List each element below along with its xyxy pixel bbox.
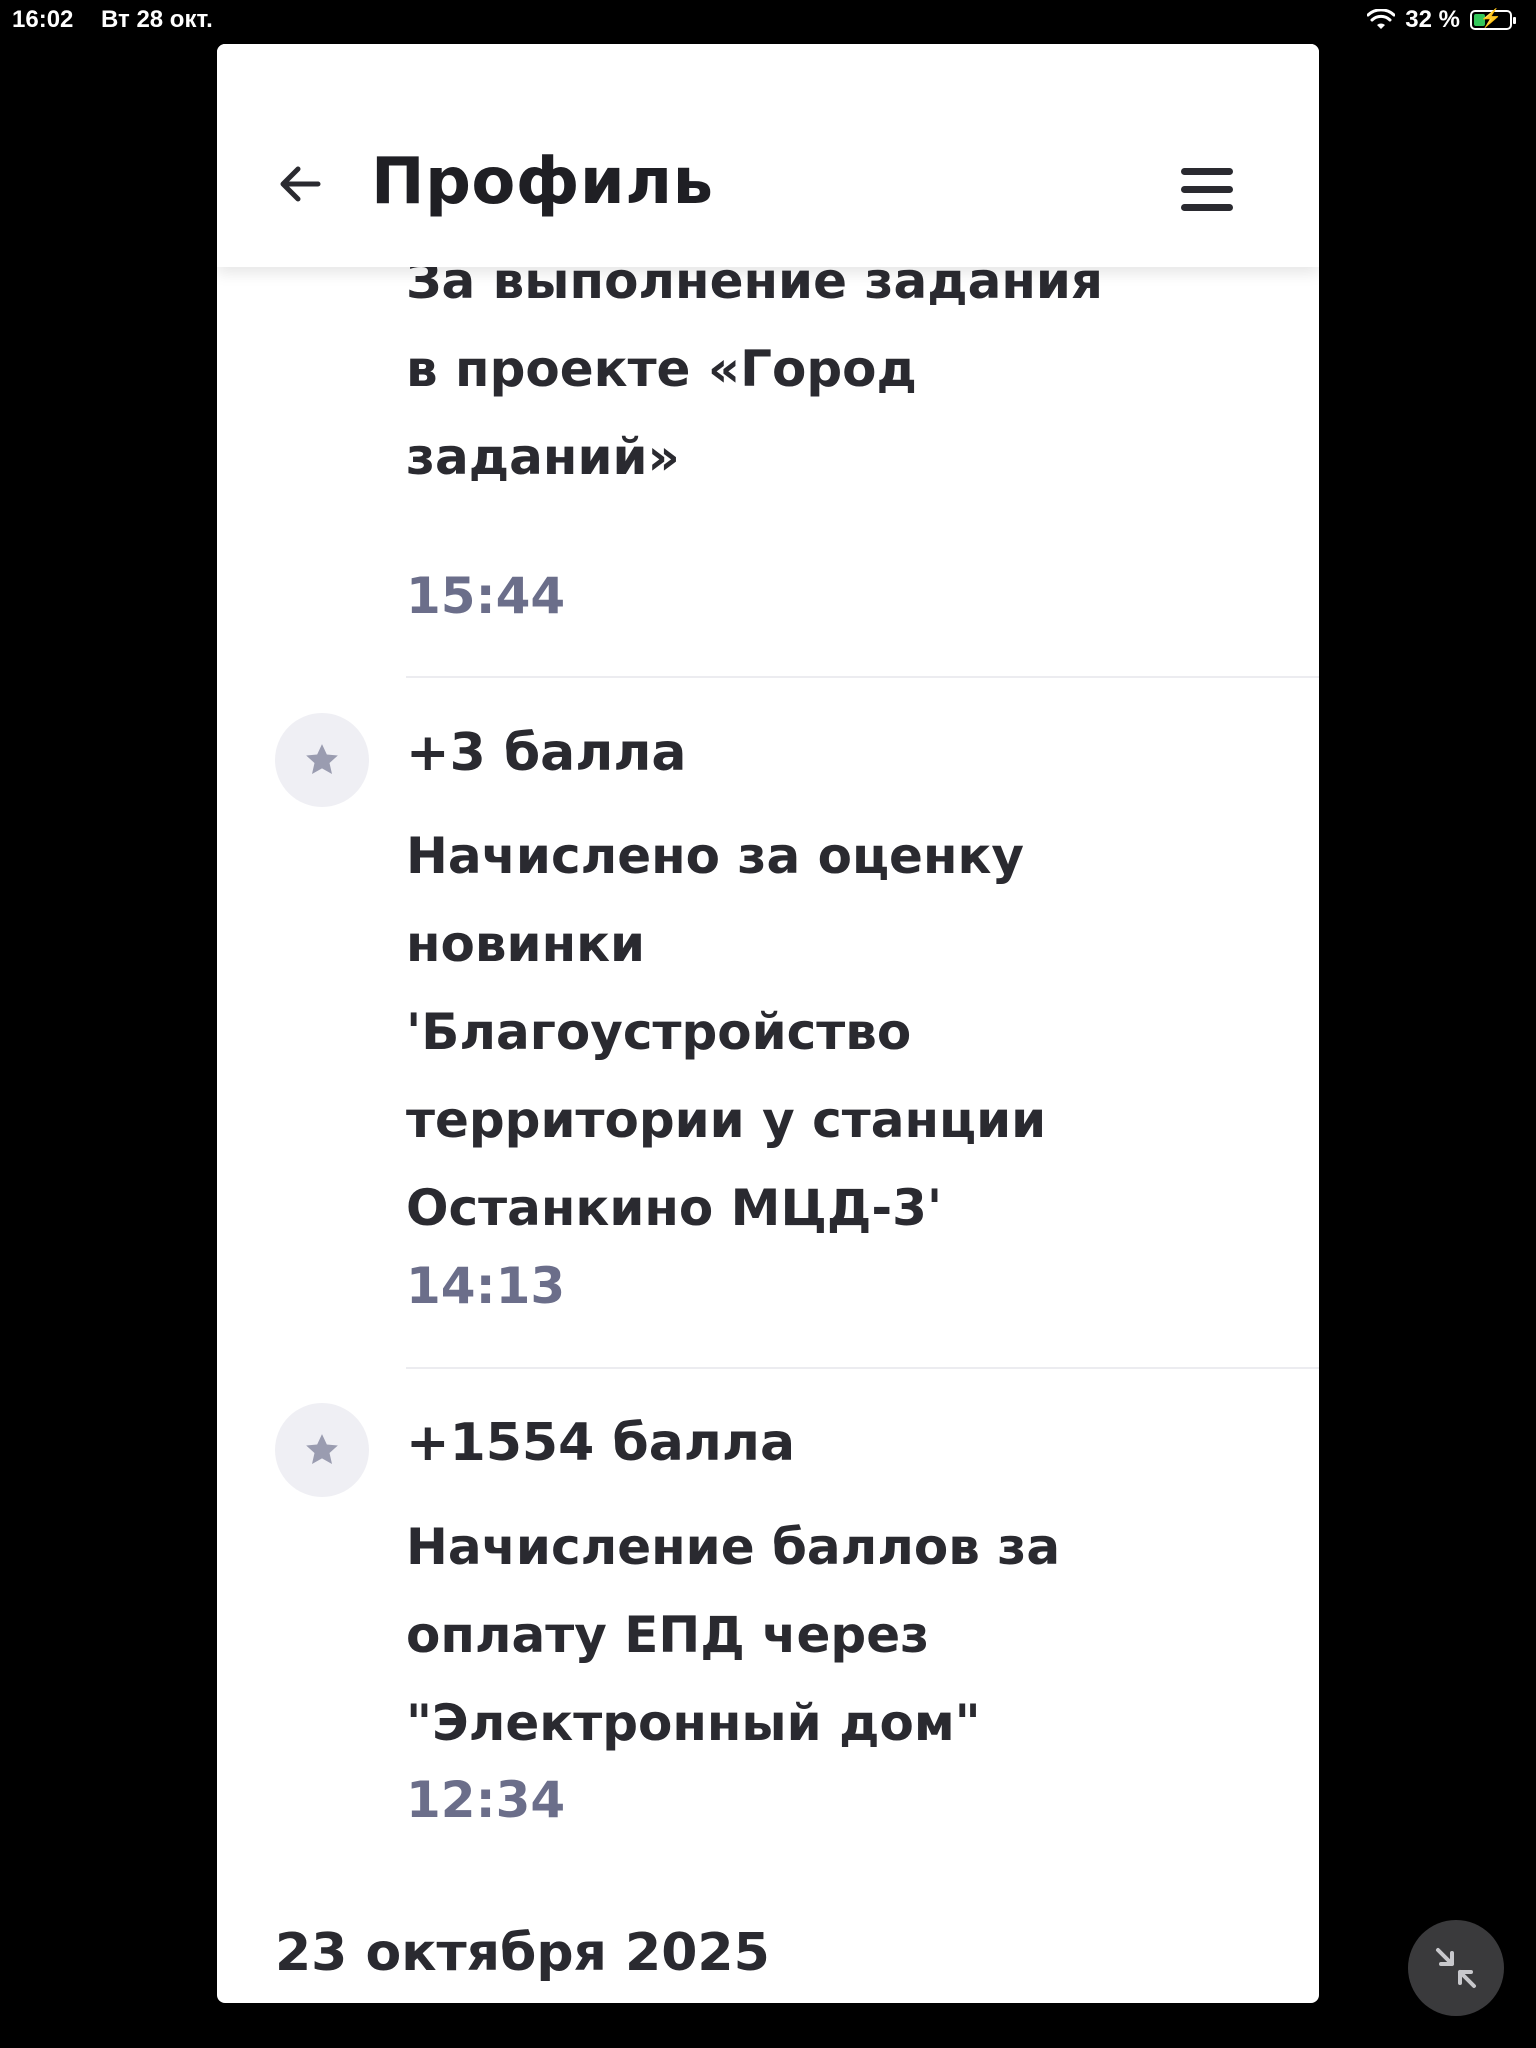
entry-description: Начисление баллов за оплату ЕПД через "Э… (406, 1503, 1166, 1767)
collapse-arrows-icon (1436, 1948, 1476, 1988)
entry-time: 12:34 (406, 1771, 566, 1829)
star-icon (306, 1434, 338, 1464)
status-time: 16:02 (12, 6, 74, 33)
star-badge (275, 713, 369, 807)
entry-points: +3 балла (406, 723, 687, 783)
app-header: Профиль (217, 44, 1319, 267)
status-date: Вт 28 окт. (101, 6, 213, 33)
battery-icon: ⚡ (1470, 8, 1516, 30)
description-line: 'Благоустройство (406, 1003, 912, 1061)
battery-percent: 32 % (1405, 6, 1460, 33)
star-badge (275, 1403, 369, 1497)
profile-card: Профиль За выполнение задания в проекте … (217, 44, 1319, 2003)
divider (406, 1367, 1319, 1369)
back-arrow-icon[interactable] (272, 156, 328, 212)
exit-fullscreen-button[interactable] (1408, 1920, 1504, 2016)
description-line: Начисление баллов за (406, 1518, 1061, 1576)
description-line: новинки (406, 915, 646, 973)
description-line: заданий» (406, 428, 680, 486)
menu-icon[interactable] (1177, 162, 1237, 218)
description-line: Начислено за оценку (406, 827, 1025, 885)
divider (406, 676, 1319, 678)
star-icon (306, 744, 338, 774)
entry-time: 14:13 (406, 1257, 566, 1315)
description-line: в проекте «Город (406, 340, 917, 398)
date-heading: 23 октября 2025 (275, 1923, 770, 1983)
status-bar: 16:02 Вт 28 окт. 32 % ⚡ (0, 0, 1536, 40)
entry-description: Начислено за оценку новинки 'Благоустрой… (406, 812, 1166, 1252)
status-right: 32 % ⚡ (1367, 6, 1516, 34)
description-line: Останкино МЦД-3' (406, 1179, 943, 1237)
entry-time: 15:44 (406, 567, 566, 625)
description-line: оплату ЕПД через (406, 1606, 930, 1664)
description-line: территории у станции (406, 1091, 1047, 1149)
entry-description: За выполнение задания в проекте «Город з… (406, 237, 1166, 501)
entry-points: +1554 балла (406, 1413, 796, 1473)
description-line: "Электронный дом" (406, 1694, 981, 1752)
wifi-icon (1367, 9, 1396, 29)
points-history-list: За выполнение задания в проекте «Город з… (217, 252, 1319, 2003)
page-title: Профиль (371, 145, 714, 219)
